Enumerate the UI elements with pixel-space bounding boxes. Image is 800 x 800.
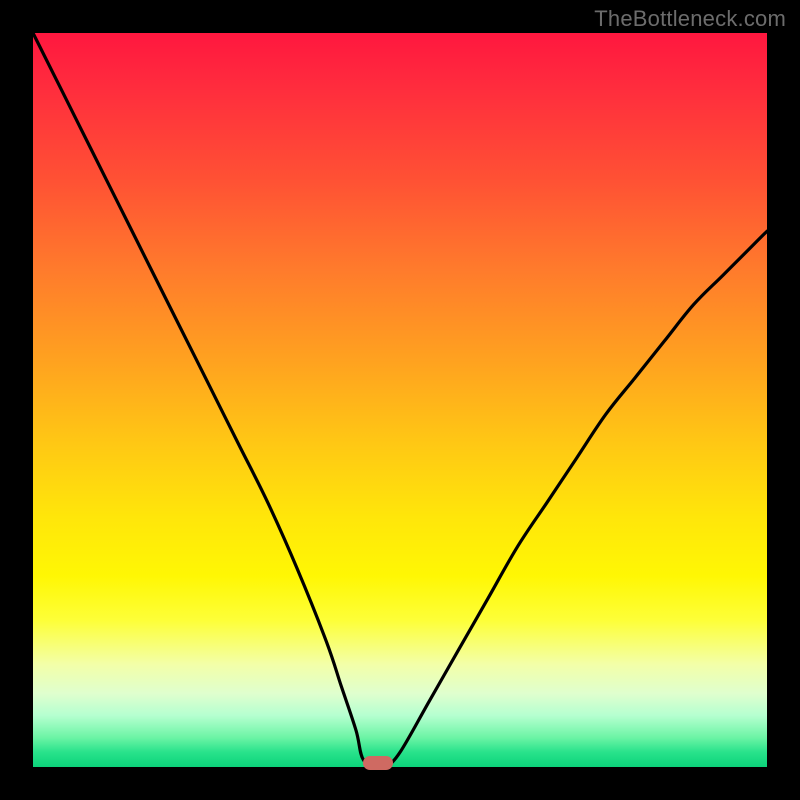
curve-path	[33, 33, 767, 767]
watermark-label: TheBottleneck.com	[594, 6, 786, 32]
optimal-marker	[363, 756, 393, 770]
bottleneck-curve	[33, 33, 767, 767]
chart-frame: TheBottleneck.com	[0, 0, 800, 800]
